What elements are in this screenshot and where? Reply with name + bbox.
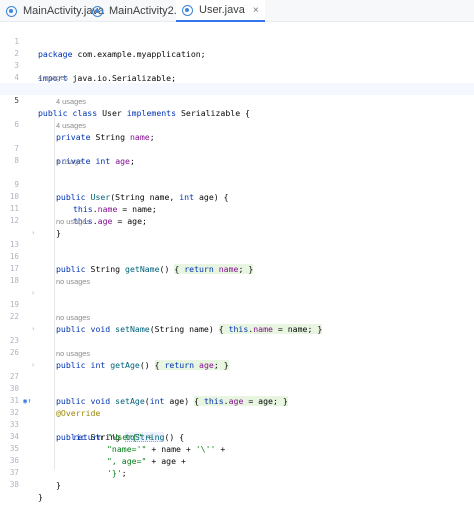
line-number: 18 [9,276,19,285]
line-number: 6 [14,120,19,129]
import-name: java.io.Serializable; [67,73,177,83]
code-line: 19 › public void setName(String name) { … [0,287,474,334]
java-class-icon [182,4,193,16]
fold-arrow-icon[interactable]: › [31,287,35,299]
usages-hint[interactable]: no usages [56,216,90,227]
code-line: 30 [0,371,474,393]
fold-arrow-icon[interactable]: › [31,323,35,335]
usages-hint[interactable]: 4 usages [38,72,68,83]
code-line: 18 [0,263,474,285]
java-class-icon [6,5,17,17]
java-class-icon [92,5,103,17]
code-line: 35 ", age=" + age + [0,431,474,466]
code-line: 10 this.name = name; [0,179,474,214]
code-line: 4 [0,60,474,82]
tab-label: User.java [199,4,245,16]
code-editor[interactable]: 1 package com.example.myapplication; 2 3… [0,22,474,502]
code-line: 37 } [0,455,474,490]
code-line: 6 private String name; [0,107,474,142]
tab-user[interactable]: User.java × [176,0,265,22]
punctuation: ; [129,156,135,166]
usages-hint[interactable]: no usages [56,276,90,287]
code-line: 3 import java.io.Serializable; [0,48,474,83]
usages-hint[interactable]: no usages [56,312,90,323]
code-line: 36 '}'; [0,443,474,478]
brace: } [56,480,61,490]
editor-tab-bar: MainActivity.java MainActivity2.java Use… [0,0,474,22]
code-line: 2 [0,36,474,58]
code-line: 22 [0,299,474,321]
line-number: 26 [9,348,19,357]
close-tab-icon[interactable]: × [253,5,259,16]
code-line: 17 [0,251,474,273]
line-number: 22 [9,312,19,321]
usages-hint[interactable]: 1 usage [56,156,82,167]
code-line: 8 [0,143,474,165]
fold-arrow-icon[interactable]: › [31,227,35,239]
line-number: 8 [14,156,19,165]
code-line: 7 private int age; [0,131,474,166]
field-name: age [97,216,113,226]
code-line: 31 @Override [0,383,474,418]
code-line: 11 this.age = age; [0,191,474,226]
code-line: 33 return "User{" + [0,407,474,442]
fold-arrow-icon[interactable]: › [31,359,35,371]
code-line: 32 ◉↑ public String toString() { [0,395,474,442]
field-name: age [115,156,130,166]
keyword: int [95,156,111,166]
usages-hint[interactable]: 4 usages [56,120,86,131]
code-line: 1 package com.example.myapplication; [0,24,474,59]
line-number: 38 [9,480,19,489]
usages-hint[interactable]: 4 usages [56,96,86,107]
brace: } [38,492,43,502]
code-line: 13 › public String getName() { return na… [0,227,474,274]
code-line: 38 } [0,467,474,502]
code-line: 9 public User(String name, int age) { [0,167,474,202]
code-line: 12 } [0,203,474,238]
statement: = age; [112,216,147,226]
code-line: 26 [0,335,474,357]
line-number: 12 [9,216,19,225]
usages-hint[interactable]: no usages [56,348,90,359]
line-number: 5 [14,96,19,105]
tab-mainactivity[interactable]: MainActivity.java [6,0,104,22]
code-line: 34 "name='" + name + '\'' + [0,419,474,454]
code-line: 27 › public void setAge(int age) { this.… [0,359,474,406]
code-line-current: 5 public class User implements Serializa… [0,83,474,118]
override-method-icon[interactable]: ◉↑ [23,395,31,407]
code-line: 23 › public int getAge() { return age; } [0,323,474,370]
code-line: 16 [0,239,474,261]
